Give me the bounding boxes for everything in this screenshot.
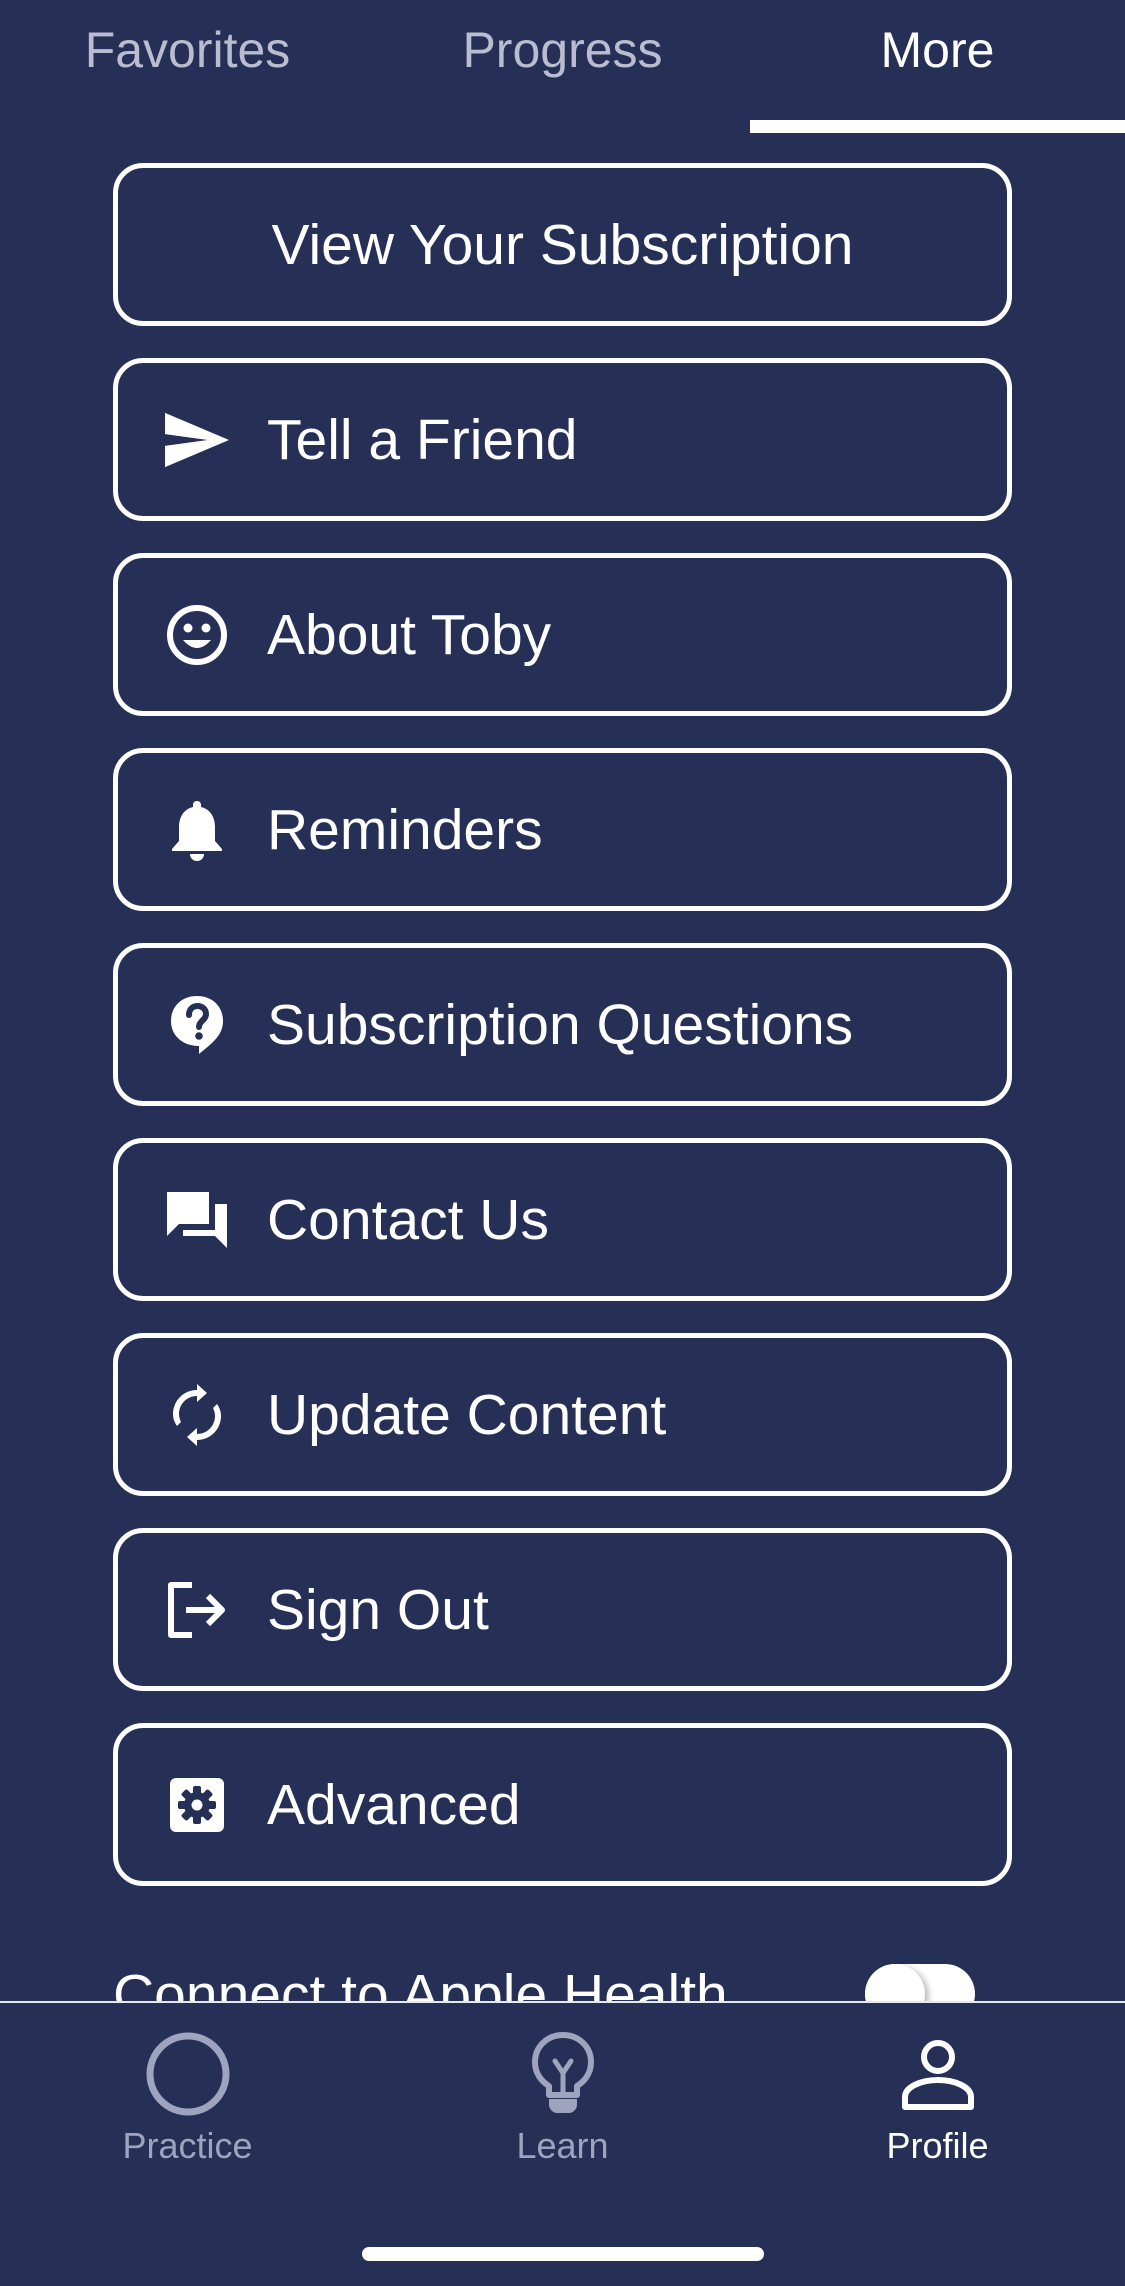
contact-us-label: Contact Us	[267, 1187, 549, 1252]
help-icon	[165, 993, 229, 1057]
lightbulb-icon	[518, 2029, 608, 2119]
nav-practice[interactable]: Practice	[0, 2029, 375, 2169]
apple-health-toggle[interactable]	[865, 1964, 975, 2002]
nav-learn-label: Learn	[516, 2125, 609, 2166]
person-icon	[893, 2029, 983, 2119]
about-toby-button[interactable]: About Toby	[113, 553, 1012, 716]
active-tab-indicator	[750, 120, 1125, 133]
about-toby-label: About Toby	[267, 602, 552, 667]
reminders-label: Reminders	[267, 797, 543, 862]
tab-progress[interactable]: Progress	[375, 0, 750, 126]
nav-learn[interactable]: Learn	[375, 2029, 750, 2169]
home-indicator	[362, 2247, 764, 2261]
tab-favorites[interactable]: Favorites	[0, 0, 375, 126]
sign-out-label: Sign Out	[267, 1577, 489, 1642]
logout-icon	[165, 1578, 229, 1642]
sync-icon	[165, 1383, 229, 1447]
send-icon	[165, 408, 229, 472]
nav-profile[interactable]: Profile	[750, 2029, 1125, 2169]
sign-out-button[interactable]: Sign Out	[113, 1528, 1012, 1691]
update-content-button[interactable]: Update Content	[113, 1333, 1012, 1496]
chat-icon	[165, 1188, 229, 1252]
tab-more[interactable]: More	[750, 0, 1125, 126]
view-subscription-label: View Your Subscription	[271, 212, 854, 277]
apple-health-label: Connect to Apple Health	[113, 1963, 728, 2002]
advanced-button[interactable]: Advanced	[113, 1723, 1012, 1886]
smiley-icon	[165, 603, 229, 667]
circle-icon	[143, 2029, 233, 2119]
contact-us-button[interactable]: Contact Us	[113, 1138, 1012, 1301]
reminders-button[interactable]: Reminders	[113, 748, 1012, 911]
subscription-questions-button[interactable]: Subscription Questions	[113, 943, 1012, 1106]
tell-a-friend-label: Tell a Friend	[267, 407, 578, 472]
gear-icon	[165, 1773, 229, 1837]
top-tab-bar: Favorites Progress More	[0, 0, 1125, 134]
advanced-label: Advanced	[267, 1772, 521, 1837]
tell-a-friend-button[interactable]: Tell a Friend	[113, 358, 1012, 521]
apple-health-row: Connect to Apple Health	[113, 1952, 1012, 2002]
subscription-questions-label: Subscription Questions	[267, 992, 854, 1057]
update-content-label: Update Content	[267, 1382, 667, 1447]
bell-icon	[165, 798, 229, 862]
nav-practice-label: Practice	[122, 2125, 253, 2166]
more-menu: View Your Subscription Tell a Friend Abo…	[113, 163, 1012, 1918]
nav-profile-label: Profile	[886, 2125, 989, 2166]
toggle-knob	[865, 1964, 925, 2002]
bottom-nav-bar: Practice Learn Profile	[0, 2001, 1125, 2286]
view-subscription-button[interactable]: View Your Subscription	[113, 163, 1012, 326]
